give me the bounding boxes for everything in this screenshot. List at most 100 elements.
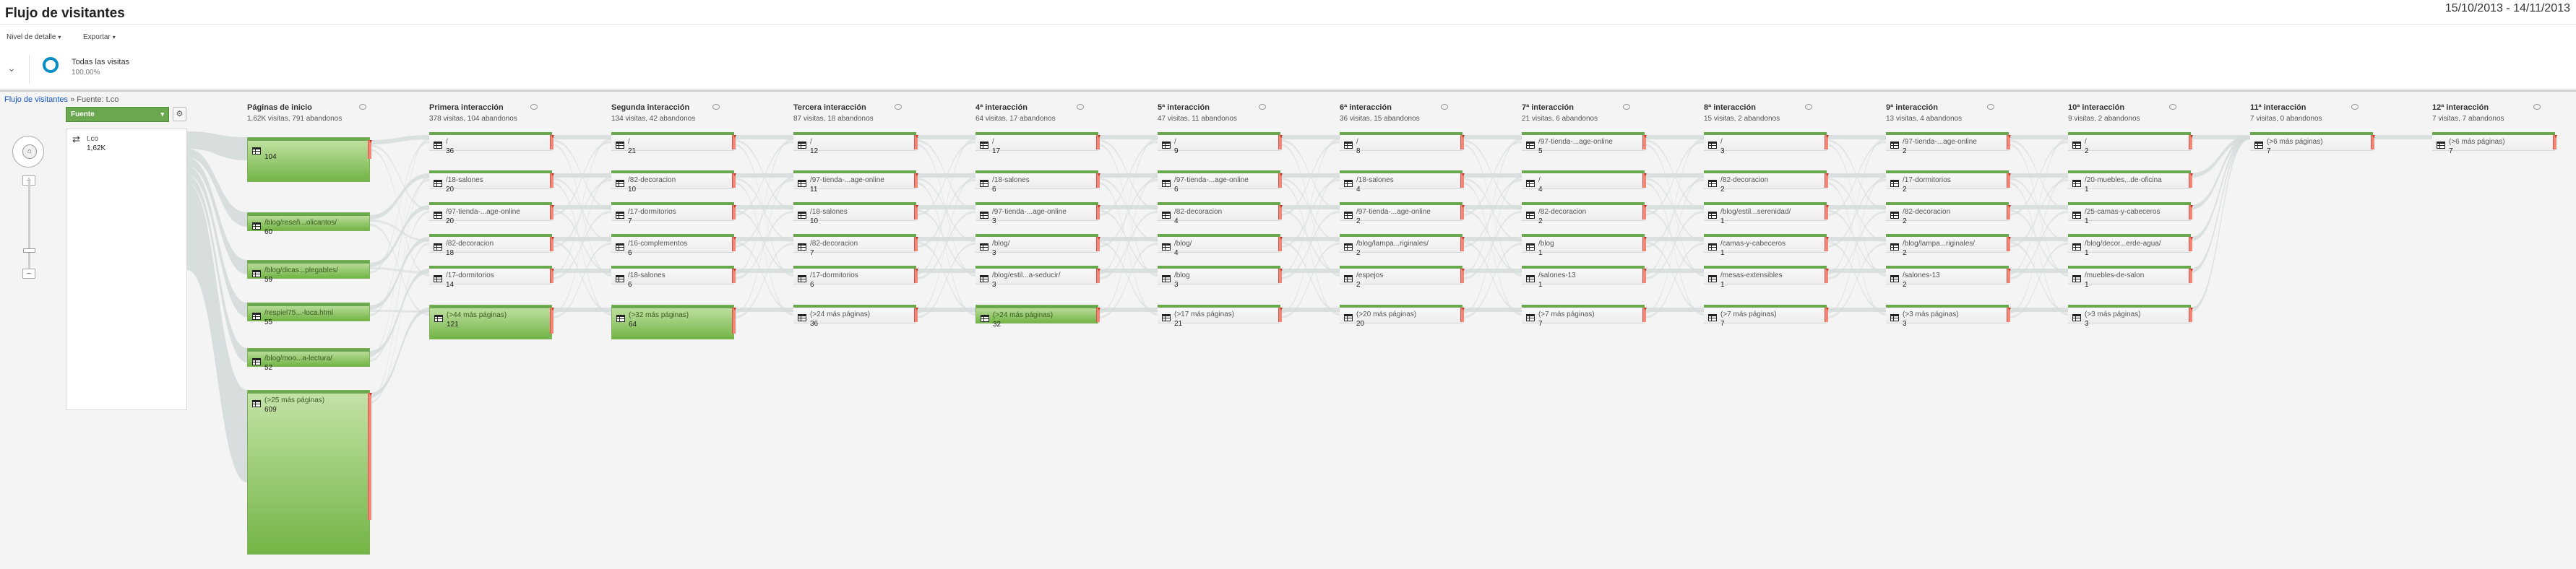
flow-node[interactable]: /blog/lampa...riginales/2	[1340, 234, 1463, 257]
flow-node[interactable]: /97-tienda-...age-online 6	[1158, 170, 1280, 194]
drop-off-bar[interactable]	[914, 237, 918, 251]
drop-off-bar[interactable]	[1460, 205, 1465, 220]
drop-off-bar[interactable]	[1642, 205, 1647, 220]
zoom-out-button[interactable]: −	[22, 269, 35, 279]
drop-off-bar[interactable]	[550, 269, 554, 283]
flow-node[interactable]: (>3 más páginas) 3	[1886, 305, 2009, 328]
breadcrumb-root-link[interactable]: Flujo de visitantes	[4, 95, 68, 104]
flow-node[interactable]: /2	[2068, 132, 2191, 155]
drop-off-bar[interactable]	[732, 135, 736, 149]
drop-off-bar[interactable]	[2007, 205, 2011, 220]
drop-off-bar[interactable]	[2189, 173, 2193, 188]
flow-node[interactable]: /respiel75...-loca.html 55	[247, 303, 370, 326]
flow-node[interactable]: /82-decoracion 4	[1158, 202, 1280, 225]
drop-off-bar[interactable]	[1278, 237, 1283, 251]
drop-off-bar[interactable]	[2189, 269, 2193, 283]
flow-node[interactable]: /blog/dicas...plegables/59	[247, 260, 370, 284]
flow-node[interactable]: /97-tienda-...age-online 11	[793, 170, 916, 194]
eye-icon[interactable]	[359, 104, 366, 110]
drop-off-bar[interactable]	[732, 308, 736, 334]
flow-node[interactable]: /blog/reseñ...olicantos/60	[247, 212, 370, 236]
drop-off-bar[interactable]	[1096, 135, 1100, 149]
flow-node[interactable]: /18-salones 20	[429, 170, 552, 194]
flow-node[interactable]: /17-dormitorios 6	[793, 266, 916, 289]
flow-node[interactable]: /36	[429, 132, 552, 155]
drop-off-bar[interactable]	[914, 308, 918, 322]
flow-node[interactable]: /17-dormitorios 2	[1886, 170, 2009, 194]
drop-off-bar[interactable]	[2189, 237, 2193, 251]
flow-node[interactable]: /97-tienda-...age-online 2	[1340, 202, 1463, 225]
eye-icon[interactable]	[1987, 104, 1994, 110]
flow-node[interactable]: /salones-13 2	[1886, 266, 2009, 289]
flow-node[interactable]: (>25 más páginas) 609	[247, 390, 370, 555]
eye-icon[interactable]	[1623, 104, 1630, 110]
flow-node[interactable]: (>17 más páginas) 21	[1158, 305, 1280, 328]
flow-node[interactable]: /18-salones 6	[975, 170, 1098, 194]
eye-icon[interactable]	[2351, 104, 2359, 110]
flow-node[interactable]: /82-decoracion 10	[611, 170, 734, 194]
eye-icon[interactable]	[1441, 104, 1448, 110]
flow-node[interactable]: /9	[1158, 132, 1280, 155]
flow-node[interactable]: (>7 más páginas) 7	[1522, 305, 1645, 328]
drop-off-bar[interactable]	[1642, 135, 1647, 149]
flow-node[interactable]: /16-complementos 6	[611, 234, 734, 257]
drop-off-bar[interactable]	[1096, 205, 1100, 220]
flow-node[interactable]: (>24 más páginas) 32	[975, 305, 1098, 329]
flow-node[interactable]: /18-salones 4	[1340, 170, 1463, 194]
flow-node[interactable]: (>3 más páginas) 3	[2068, 305, 2191, 328]
flow-node[interactable]: /salones-13 1	[1522, 266, 1645, 289]
drop-off-bar[interactable]	[550, 237, 554, 251]
flow-node[interactable]: /82-decoracion 2	[1522, 202, 1645, 225]
drop-off-bar[interactable]	[2007, 308, 2011, 322]
flow-node[interactable]: /muebles-de-salon 1	[2068, 266, 2191, 289]
drop-off-bar[interactable]	[550, 308, 554, 334]
flow-node[interactable]: (>32 más páginas) 64	[611, 305, 734, 339]
drop-off-bar[interactable]	[1278, 269, 1283, 283]
drop-off-bar[interactable]	[2371, 135, 2375, 149]
drop-off-bar[interactable]	[2007, 237, 2011, 251]
drop-off-bar[interactable]	[550, 135, 554, 149]
drop-off-bar[interactable]	[1096, 237, 1100, 251]
drop-off-bar[interactable]	[1642, 173, 1647, 188]
flow-node[interactable]: /17	[975, 132, 1098, 155]
drop-off-bar[interactable]	[732, 205, 736, 220]
flow-node[interactable]: /25-camas-y-cabeceros 1	[2068, 202, 2191, 225]
drop-off-bar[interactable]	[1460, 173, 1465, 188]
flow-node[interactable]: /blog/moo...a-lectura/52	[247, 348, 370, 372]
flow-node[interactable]: /82-decoracion 18	[429, 234, 552, 257]
drop-off-bar[interactable]	[914, 205, 918, 220]
drop-off-bar[interactable]	[550, 173, 554, 188]
eye-icon[interactable]	[530, 104, 538, 110]
flow-node[interactable]: /3	[1704, 132, 1827, 155]
drop-off-bar[interactable]	[368, 140, 372, 159]
flow-node[interactable]: /8	[1340, 132, 1463, 155]
flow-node[interactable]: /97-tienda-...age-online 2	[1886, 132, 2009, 155]
flow-node[interactable]: /blog/3	[975, 234, 1098, 257]
drop-off-bar[interactable]	[2189, 308, 2193, 322]
drop-off-bar[interactable]	[914, 269, 918, 283]
flow-node[interactable]: /blog 3	[1158, 266, 1280, 289]
flow-node[interactable]: /espejos 2	[1340, 266, 1463, 289]
segment-name[interactable]: Todas las visitas	[72, 58, 129, 66]
flow-node[interactable]: /blog 1	[1522, 234, 1645, 257]
detail-level-menu[interactable]: Nivel de detalle ▾	[7, 33, 61, 41]
flow-node[interactable]: /17-dormitorios 14	[429, 266, 552, 289]
drop-off-bar[interactable]	[1278, 135, 1283, 149]
eye-icon[interactable]	[2533, 104, 2541, 110]
flow-node[interactable]: (>6 más páginas) 7	[2250, 132, 2373, 155]
zoom-slider-handle[interactable]	[23, 248, 35, 253]
drop-off-bar[interactable]	[1825, 205, 1829, 220]
drop-off-bar[interactable]	[1460, 269, 1465, 283]
drop-off-bar[interactable]	[1096, 173, 1100, 188]
drop-off-bar[interactable]	[732, 237, 736, 251]
flow-node[interactable]: /mesas-extensibles 1	[1704, 266, 1827, 289]
drop-off-bar[interactable]	[1460, 135, 1465, 149]
eye-icon[interactable]	[1805, 104, 1812, 110]
flow-node[interactable]: /82-decoracion 2	[1704, 170, 1827, 194]
zoom-track[interactable]	[28, 179, 30, 273]
flow-node[interactable]: /blog/lampa...riginales/2	[1886, 234, 2009, 257]
flow-node[interactable]: /18-salones 10	[793, 202, 916, 225]
chevron-down-icon[interactable]: ⌄	[6, 62, 17, 74]
flow-node[interactable]: /12	[793, 132, 916, 155]
drop-off-bar[interactable]	[1825, 173, 1829, 188]
